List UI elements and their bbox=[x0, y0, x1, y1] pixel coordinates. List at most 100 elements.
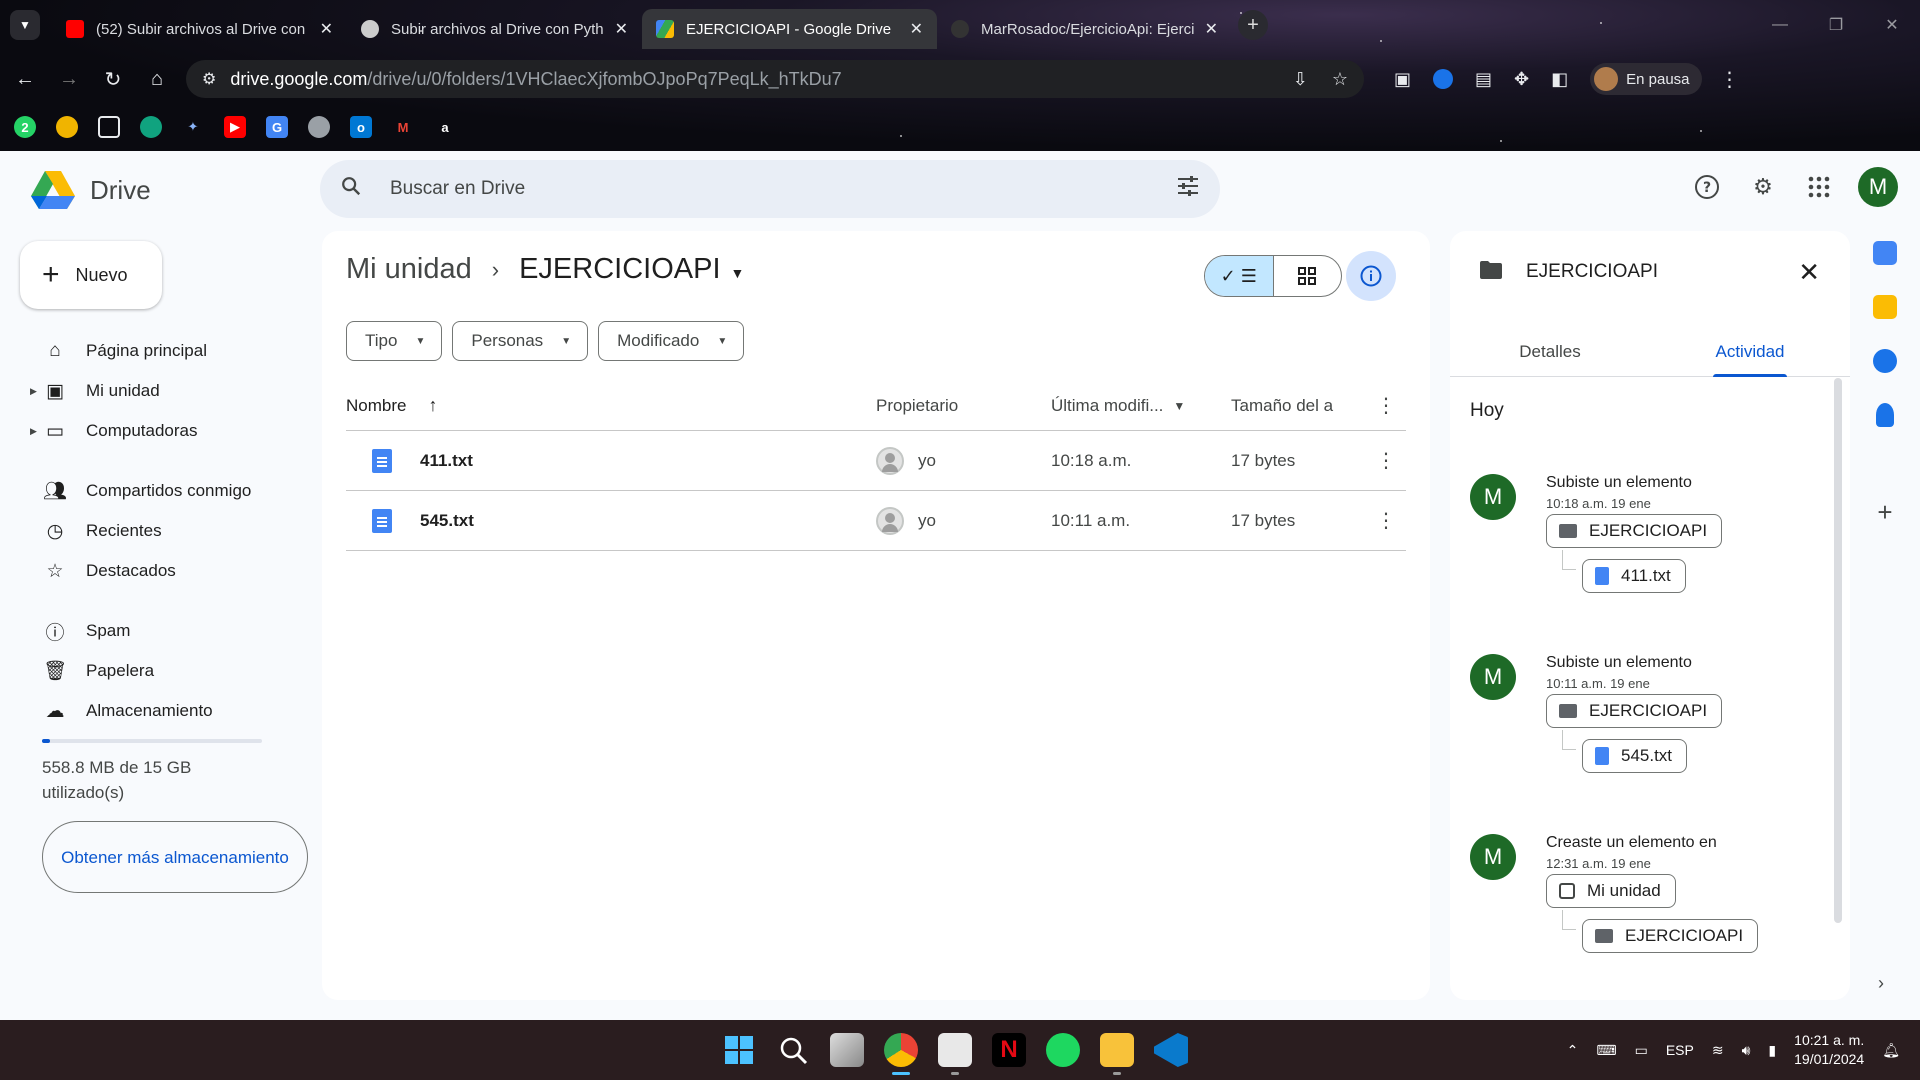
youtube-icon[interactable]: ▶ bbox=[224, 116, 246, 138]
activity-folder-chip[interactable]: EJERCICIOAPI bbox=[1582, 919, 1759, 953]
browser-tab-1[interactable]: (52) Subir archivos al Drive con ✕ bbox=[52, 9, 347, 49]
bookmark-star-icon[interactable]: ☆ bbox=[1332, 69, 1348, 90]
extensions-puzzle-icon[interactable]: ✥ bbox=[1514, 69, 1529, 90]
scrollbar[interactable] bbox=[1834, 378, 1842, 923]
search-options-icon[interactable] bbox=[1176, 175, 1200, 203]
close-tab-icon[interactable]: ✕ bbox=[320, 19, 333, 39]
column-modified[interactable]: Última modifi... ▼ bbox=[1051, 396, 1231, 416]
home-icon[interactable]: ⌂ bbox=[138, 60, 176, 98]
gemini-icon[interactable]: ✦ bbox=[182, 116, 204, 138]
row-menu-icon[interactable]: ⋮ bbox=[1366, 508, 1406, 533]
info-details-icon[interactable] bbox=[1346, 251, 1396, 301]
sidebar-item-home[interactable]: ⌂ Página principal bbox=[0, 331, 300, 371]
expand-caret-icon[interactable]: ▶ bbox=[30, 386, 37, 397]
netflix-icon[interactable]: N bbox=[992, 1033, 1026, 1067]
add-addon-icon[interactable]: + bbox=[1877, 497, 1892, 528]
search-icon[interactable] bbox=[340, 175, 368, 203]
column-options-icon[interactable]: ⋮ bbox=[1366, 393, 1406, 418]
address-bar[interactable]: ⚙ drive.google.com /drive/u/0/folders/1V… bbox=[186, 60, 1364, 98]
sidebar-item-recent[interactable]: ◷ Recientes bbox=[0, 511, 300, 551]
translate-icon[interactable]: G bbox=[266, 116, 288, 138]
reload-icon[interactable]: ↻ bbox=[94, 60, 132, 98]
activity-file-chip[interactable]: 545.txt bbox=[1582, 739, 1688, 773]
folder-icon[interactable] bbox=[98, 116, 120, 138]
apps-grid-icon[interactable] bbox=[1802, 170, 1836, 204]
new-button[interactable]: + Nuevo bbox=[20, 241, 162, 309]
filter-modified[interactable]: Modificado ▼ bbox=[598, 321, 745, 361]
display-icon[interactable]: ▭ bbox=[1635, 1042, 1648, 1059]
grid-view-button[interactable] bbox=[1274, 256, 1342, 296]
picture-in-picture-icon[interactable]: ▣ bbox=[1394, 69, 1411, 90]
maximize-icon[interactable]: ❐ bbox=[1808, 0, 1864, 50]
browser-tab-4[interactable]: MarRosadoc/EjercicioApi: Ejerci ✕ bbox=[937, 9, 1232, 49]
gmail-icon[interactable]: M bbox=[392, 116, 414, 138]
calendar-icon[interactable] bbox=[1873, 241, 1897, 265]
browser-tab-2[interactable]: Subir archivos al Drive con Pyth ✕ bbox=[347, 9, 642, 49]
new-tab-button[interactable]: + bbox=[1238, 10, 1268, 40]
forward-icon[interactable]: → bbox=[50, 60, 88, 98]
activity-folder-chip[interactable]: EJERCICIOAPI bbox=[1546, 514, 1723, 548]
table-row[interactable]: 411.txt yo 10:18 a.m. 17 bytes ⋮ bbox=[346, 431, 1406, 491]
minimize-icon[interactable]: — bbox=[1752, 0, 1808, 50]
search-bar[interactable]: Buscar en Drive bbox=[320, 160, 1220, 218]
search-icon[interactable] bbox=[776, 1033, 810, 1067]
breadcrumb-root[interactable]: Mi unidad bbox=[346, 253, 472, 286]
close-window-icon[interactable]: ✕ bbox=[1864, 0, 1920, 50]
install-app-icon[interactable]: ⇩ bbox=[1293, 69, 1308, 90]
activity-drive-chip[interactable]: Mi unidad bbox=[1546, 874, 1676, 908]
spotify-icon[interactable] bbox=[1046, 1033, 1080, 1067]
row-menu-icon[interactable]: ⋮ bbox=[1366, 448, 1406, 473]
document-icon[interactable]: ▤ bbox=[1475, 69, 1492, 90]
battery-icon[interactable]: ▮ bbox=[1768, 1042, 1776, 1059]
close-icon[interactable]: ✕ bbox=[1798, 257, 1820, 288]
table-row[interactable]: 545.txt yo 10:11 a.m. 17 bytes ⋮ bbox=[346, 491, 1406, 551]
tab-activity[interactable]: Actividad bbox=[1650, 327, 1850, 376]
settings-gear-icon[interactable]: ⚙ bbox=[1746, 170, 1780, 204]
extension-blue-icon[interactable] bbox=[1433, 69, 1454, 89]
sidebar-item-my-drive[interactable]: ▶ ▣ Mi unidad bbox=[0, 371, 300, 411]
file-explorer-icon[interactable] bbox=[1100, 1033, 1134, 1075]
vscode-icon[interactable] bbox=[1154, 1033, 1188, 1067]
close-tab-icon[interactable]: ✕ bbox=[1205, 19, 1218, 39]
close-tab-icon[interactable]: ✕ bbox=[615, 19, 628, 39]
tab-details[interactable]: Detalles bbox=[1450, 327, 1650, 376]
chrome-menu-icon[interactable]: ⋮ bbox=[1720, 67, 1740, 92]
windows-start-icon[interactable] bbox=[722, 1033, 756, 1067]
activity-folder-chip[interactable]: EJERCICIOAPI bbox=[1546, 694, 1723, 728]
tasks-icon[interactable] bbox=[1873, 349, 1897, 373]
expand-caret-icon[interactable]: ▶ bbox=[30, 426, 37, 437]
sidebar-item-starred[interactable]: ☆ Destacados bbox=[0, 551, 300, 591]
back-icon[interactable]: ← bbox=[6, 60, 44, 98]
keyboard-icon[interactable]: ⌨ bbox=[1596, 1042, 1616, 1059]
sidebar-item-spam[interactable]: ⓘ Spam bbox=[0, 611, 300, 651]
chevron-right-icon[interactable]: › bbox=[1878, 973, 1884, 994]
browser-tab-3[interactable]: EJERCICIOAPI - Google Drive ✕ bbox=[642, 9, 937, 49]
list-view-button[interactable]: ✓ ☰ bbox=[1205, 256, 1274, 296]
close-tab-icon[interactable]: ✕ bbox=[910, 19, 923, 39]
system-clock[interactable]: 10:21 a. m. 19/01/2024 bbox=[1794, 1031, 1864, 1069]
chatgpt-icon[interactable] bbox=[140, 116, 162, 138]
keep-icon[interactable] bbox=[1873, 295, 1897, 319]
amazon-icon[interactable]: a bbox=[434, 116, 456, 138]
search-input[interactable]: Buscar en Drive bbox=[390, 178, 1176, 200]
volume-icon[interactable]: 🔊︎ bbox=[1742, 1042, 1751, 1059]
breadcrumb-current[interactable]: EJERCICIOAPI ▼ bbox=[519, 253, 744, 286]
linktree-icon[interactable] bbox=[56, 116, 78, 138]
sort-ascending-icon[interactable]: ↑ bbox=[428, 395, 437, 416]
column-name[interactable]: Nombre ↑ bbox=[346, 395, 876, 416]
profile-button[interactable]: En pausa bbox=[1590, 63, 1702, 95]
task-view-icon[interactable] bbox=[830, 1033, 864, 1067]
site-info-icon[interactable]: ⚙ bbox=[202, 69, 216, 89]
snipping-tool-icon[interactable] bbox=[938, 1033, 972, 1075]
chevron-up-icon[interactable]: ⌃ bbox=[1567, 1042, 1579, 1059]
outlook-icon[interactable]: o bbox=[350, 116, 372, 138]
drive-logo[interactable]: Drive bbox=[30, 169, 151, 211]
tab-search-button[interactable]: ▼ bbox=[10, 10, 40, 40]
sidebar-item-computers[interactable]: ▶ ▭ Computadoras bbox=[0, 411, 300, 451]
activity-file-chip[interactable]: 411.txt bbox=[1582, 559, 1686, 593]
get-more-storage-button[interactable]: Obtener más almacenamiento bbox=[42, 821, 308, 893]
help-icon[interactable]: ? bbox=[1690, 170, 1724, 204]
sidebar-item-shared[interactable]: 👥︎ Compartidos conmigo bbox=[0, 471, 300, 511]
chrome-icon[interactable] bbox=[884, 1033, 918, 1075]
wifi-icon[interactable]: ≋ bbox=[1712, 1042, 1724, 1059]
